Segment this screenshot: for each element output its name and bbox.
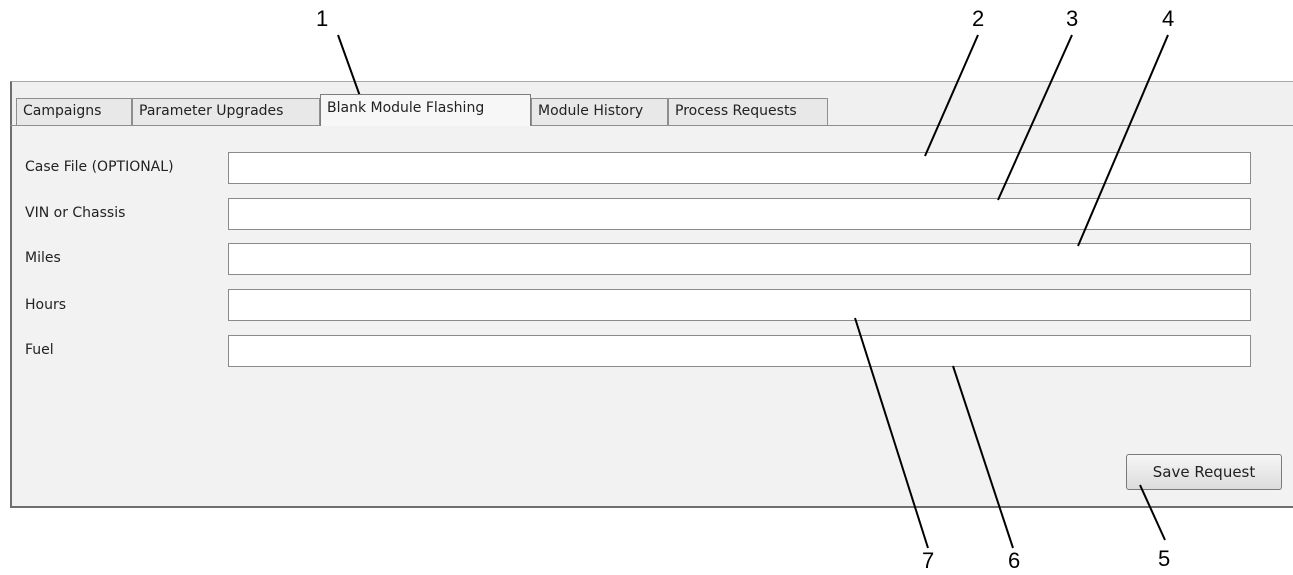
vin-chassis-input[interactable] [228,198,1251,230]
tab-process-requests[interactable]: Process Requests [668,98,828,125]
callout-2: 2 [972,6,985,31]
tab-campaigns[interactable]: Campaigns [16,98,132,125]
callout-6: 6 [1008,548,1021,573]
miles-label: Miles [25,250,61,266]
hours-label: Hours [25,297,67,313]
tab-blank-module-flashing[interactable]: Blank Module Flashing [320,94,531,126]
callout-3: 3 [1066,6,1079,31]
case-file-label: Case File (OPTIONAL) [25,159,174,175]
save-request-button[interactable]: Save Request [1126,454,1282,490]
hours-input[interactable] [228,289,1251,321]
fuel-label: Fuel [25,342,54,358]
fuel-input[interactable] [228,335,1251,367]
tab-strip: Campaigns Parameter Upgrades Blank Modul… [10,94,1293,126]
vin-chassis-label: VIN or Chassis [25,205,126,221]
tab-parameter-upgrades[interactable]: Parameter Upgrades [132,98,320,125]
callout-4: 4 [1162,6,1175,31]
case-file-input[interactable] [228,152,1251,184]
callout-7: 7 [922,548,935,573]
miles-input[interactable] [228,243,1251,275]
callout-1: 1 [316,6,329,31]
figure: Campaigns Parameter Upgrades Blank Modul… [0,0,1293,575]
callout-5: 5 [1158,546,1171,571]
tab-module-history[interactable]: Module History [531,98,668,125]
